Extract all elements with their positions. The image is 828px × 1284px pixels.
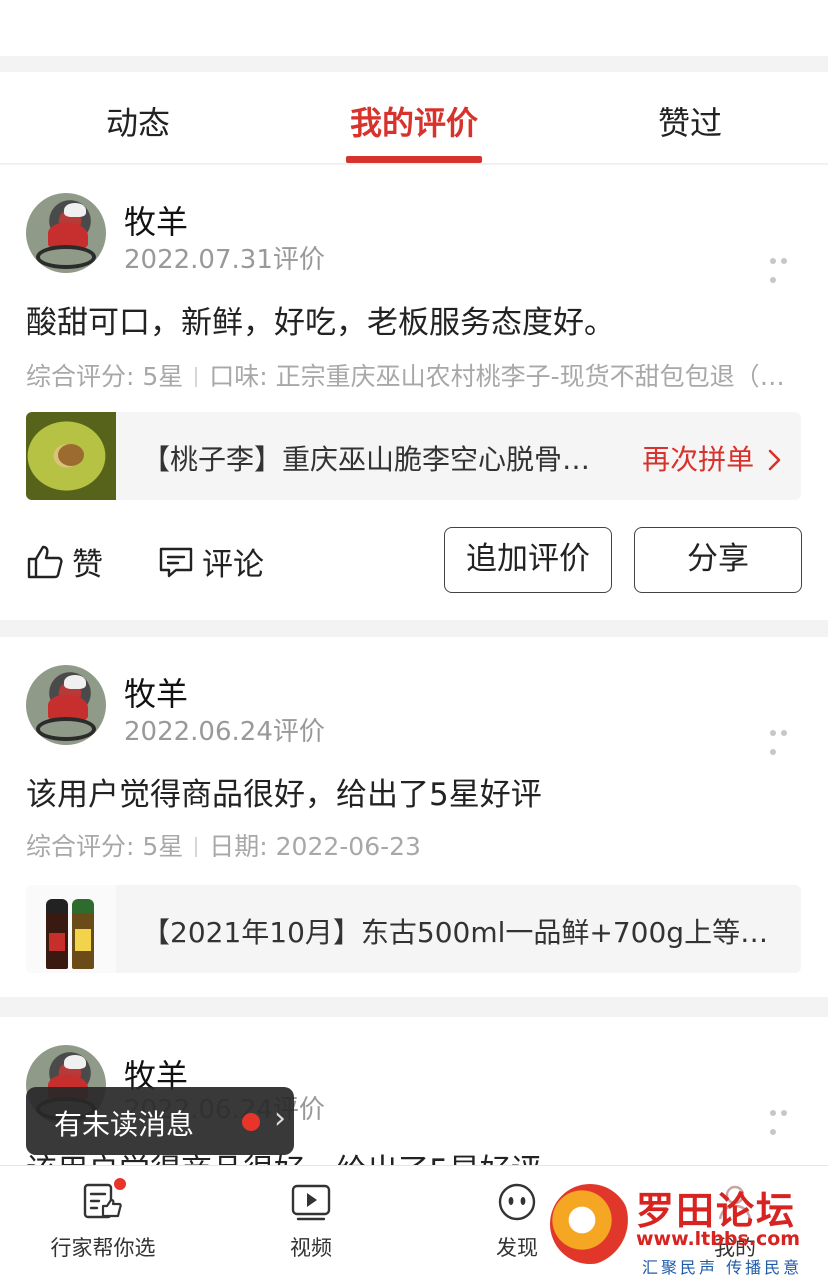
- tab-bar: 动态 我的评价 赞过: [0, 72, 828, 164]
- chevron-right-icon: ›: [274, 1101, 286, 1136]
- nav-recommend[interactable]: 行家帮你选: [28, 1176, 178, 1262]
- review-meta: 综合评分: 5星 口味: 正宗重庆巫山农村桃李子-现货不甜包包退（约3斤）: [26, 357, 801, 393]
- notification-dot: [112, 1176, 128, 1192]
- video-icon: [291, 1184, 331, 1221]
- comment-icon: [159, 547, 193, 577]
- review-card: 牧羊 2022.06.24评价 该用户觉得商品很好，给出了5星好评 综合评分: …: [0, 637, 828, 997]
- forum-logo-icon: [550, 1184, 630, 1264]
- product-name: 【2021年10月】东古500ml一品鲜+700g上等蚝油: [142, 916, 782, 949]
- nav-video[interactable]: 视频: [236, 1182, 386, 1262]
- nav-label: 行家帮你选: [50, 1236, 156, 1260]
- product-link[interactable]: 【桃子李】重庆巫山脆李空心脱骨李子 再次拼单: [26, 412, 801, 500]
- review-date: 2022.06.24评价: [124, 717, 325, 747]
- review-card: 牧羊 2022.07.31评价 酸甜可口，新鲜，好吃，老板服务态度好。 综合评分…: [0, 165, 828, 620]
- discover-icon: [498, 1183, 536, 1221]
- review-text: 该用户觉得商品很好，给出了5星好评: [26, 777, 542, 813]
- product-image: [26, 885, 116, 973]
- variant-label: 口味: 正宗重庆巫山农村桃李子-现货不甜包包退（约3斤）: [209, 362, 801, 391]
- watermark-title: 罗田论坛: [636, 1188, 797, 1233]
- review-date: 2022.07.31评价: [124, 245, 325, 275]
- thumbs-up-icon: [27, 545, 63, 578]
- meta-divider: [195, 837, 198, 857]
- status-bar-area: [0, 0, 828, 56]
- forum-watermark: 罗田论坛 www.ltbbs.com 汇聚民声 传播民意: [548, 1176, 818, 1280]
- more-icon[interactable]: [770, 249, 802, 283]
- more-icon[interactable]: [770, 721, 802, 755]
- comment-button[interactable]: 评论: [158, 539, 264, 584]
- reorder-button[interactable]: 再次拼单: [642, 438, 783, 478]
- comment-label: 评论: [202, 547, 264, 583]
- username[interactable]: 牧羊: [124, 669, 188, 715]
- watermark-url: www.ltbbs.com: [636, 1228, 801, 1250]
- reorder-label: 再次拼单: [642, 443, 755, 476]
- chevron-right-icon: [768, 449, 781, 471]
- username[interactable]: 牧羊: [124, 197, 188, 243]
- like-button[interactable]: 赞: [26, 539, 103, 584]
- toast-text: 有未读消息: [54, 1108, 195, 1141]
- product-name: 【桃子李】重庆巫山脆李空心脱骨李子: [142, 443, 612, 476]
- share-button[interactable]: 分享: [634, 527, 802, 593]
- active-tab-indicator: [346, 156, 482, 163]
- tab-activity[interactable]: 动态: [48, 98, 228, 144]
- unread-dot: [242, 1113, 260, 1131]
- date-label: 日期: 2022-06-23: [209, 832, 421, 861]
- rating-label: 综合评分: 5星: [26, 362, 184, 391]
- product-image: [26, 412, 116, 500]
- tab-my-reviews[interactable]: 我的评价: [324, 98, 504, 144]
- more-icon[interactable]: [770, 1101, 802, 1135]
- nav-label: 视频: [290, 1236, 332, 1260]
- like-label: 赞: [72, 547, 103, 583]
- avatar[interactable]: [26, 193, 106, 273]
- product-link[interactable]: 【2021年10月】东古500ml一品鲜+700g上等蚝油: [26, 885, 801, 973]
- review-text: 酸甜可口，新鲜，好吃，老板服务态度好。: [26, 305, 615, 341]
- append-review-button[interactable]: 追加评价: [444, 527, 612, 593]
- watermark-slogan: 汇聚民声 传播民意: [642, 1258, 803, 1277]
- meta-divider: [195, 367, 198, 387]
- tab-liked[interactable]: 赞过: [600, 98, 780, 144]
- rating-label: 综合评分: 5星: [26, 832, 184, 861]
- unread-message-toast[interactable]: 有未读消息 ›: [26, 1087, 294, 1155]
- avatar[interactable]: [26, 665, 106, 745]
- review-meta: 综合评分: 5星 日期: 2022-06-23: [26, 827, 801, 863]
